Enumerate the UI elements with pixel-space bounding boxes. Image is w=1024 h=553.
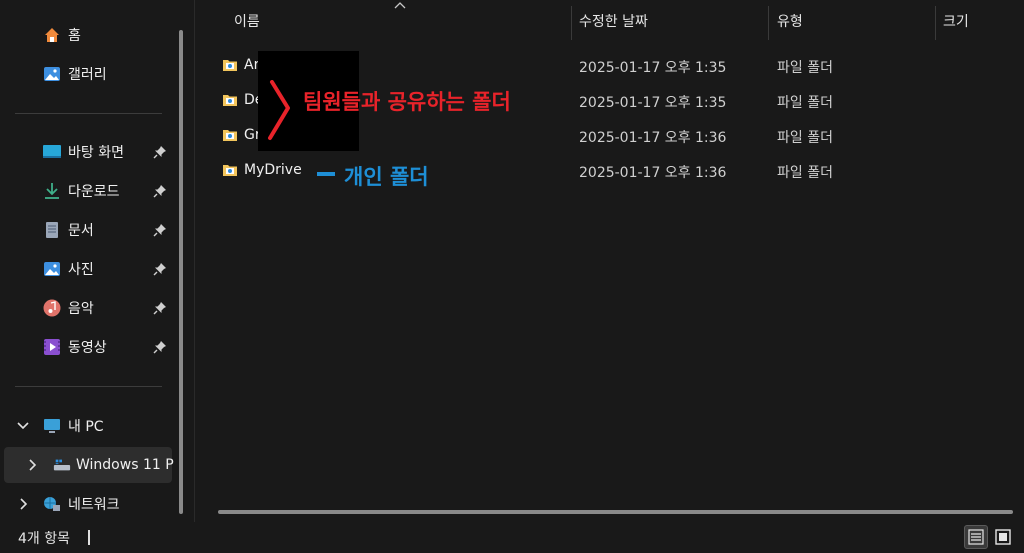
music-icon [43, 299, 61, 317]
horizontal-scrollbar[interactable] [218, 510, 1013, 514]
home-icon [43, 26, 61, 44]
file-row[interactable]: MyDrive 2025-01-17 오후 1:36 파일 폴더 [220, 153, 1020, 188]
column-separator[interactable] [935, 6, 936, 40]
red-bracket-annotation [268, 80, 290, 140]
navigation-pane: 홈 갤러리 바탕 화면 다운로드 문서 사진 음악 동영상 내 PC Windo… [0, 0, 194, 522]
chevron-right-icon[interactable] [25, 458, 39, 472]
file-date: 2025-01-17 오후 1:36 [579, 165, 727, 181]
pin-icon[interactable] [153, 145, 167, 159]
sidebar-scrollbar[interactable] [179, 30, 183, 514]
sidebar-item-label: 갤러리 [68, 67, 107, 83]
column-header-size[interactable]: 크기 [943, 0, 969, 41]
folder-icon [223, 95, 237, 106]
sidebar-item-music[interactable]: 음악 [0, 290, 172, 326]
file-type: 파일 폴더 [777, 130, 833, 146]
status-separator [88, 530, 90, 545]
file-date: 2025-01-17 오후 1:35 [579, 95, 727, 111]
status-bar: 4개 항목 [0, 522, 1024, 553]
column-header-name[interactable]: 이름 [234, 0, 260, 41]
sidebar-item-documents[interactable]: 문서 [0, 212, 172, 248]
sidebar-item-this-pc[interactable]: 내 PC [0, 408, 172, 444]
sidebar-item-label: 다운로드 [68, 184, 120, 200]
blue-dash-annotation [317, 172, 335, 176]
personal-folder-annotation: 개인 폴더 [344, 165, 429, 189]
pin-icon[interactable] [153, 184, 167, 198]
file-type: 파일 폴더 [777, 60, 833, 76]
sidebar-item-label: 내 PC [68, 419, 104, 435]
tiles-view-icon [995, 529, 1011, 545]
chevron-right-icon[interactable] [16, 497, 30, 511]
sidebar-item-label: 문서 [68, 223, 94, 239]
sidebar-item-videos[interactable]: 동영상 [0, 329, 172, 365]
pictures-icon [43, 260, 61, 278]
pane-divider[interactable] [194, 0, 195, 522]
sidebar-item-label: 홈 [68, 28, 81, 44]
pin-icon[interactable] [153, 262, 167, 276]
sidebar-item-gallery[interactable]: 갤러리 [0, 56, 172, 92]
file-date: 2025-01-17 오후 1:36 [579, 130, 727, 146]
video-icon [43, 338, 61, 356]
sidebar-item-label: Windows 11 P [76, 457, 174, 473]
sidebar-item-downloads[interactable]: 다운로드 [0, 173, 172, 209]
pin-icon[interactable] [153, 301, 167, 315]
file-type: 파일 폴더 [777, 165, 833, 181]
sidebar-item-label: 사진 [68, 262, 94, 278]
file-name: MyDrive [244, 162, 302, 178]
sidebar-item-desktop[interactable]: 바탕 화면 [0, 134, 172, 170]
column-separator[interactable] [768, 6, 769, 40]
sidebar-item-network[interactable]: 네트워크 [0, 486, 172, 522]
file-date: 2025-01-17 오후 1:35 [579, 60, 727, 76]
sidebar-item-label: 동영상 [68, 340, 107, 356]
shared-folder-annotation: 팀원들과 공유하는 폴더 [303, 90, 511, 114]
sidebar-item-windows-drive[interactable]: Windows 11 P [4, 447, 174, 483]
sidebar-item-label: 음악 [68, 301, 94, 317]
folder-icon [223, 60, 237, 71]
sidebar-item-label: 바탕 화면 [68, 145, 124, 161]
pin-icon[interactable] [153, 340, 167, 354]
file-type: 파일 폴더 [777, 95, 833, 111]
gallery-icon [43, 65, 61, 83]
download-icon [43, 182, 61, 200]
details-view-icon [968, 529, 984, 545]
sidebar-item-home[interactable]: 홈 [0, 17, 172, 53]
divider [15, 113, 162, 114]
sort-ascending-icon [394, 2, 406, 9]
desktop-icon [43, 143, 61, 161]
column-header-date[interactable]: 수정한 날짜 [579, 0, 648, 41]
column-header-type[interactable]: 유형 [777, 0, 803, 41]
item-count: 4개 항목 [18, 531, 70, 547]
network-icon [43, 495, 61, 513]
details-view-button[interactable] [964, 525, 988, 549]
column-separator[interactable] [571, 6, 572, 40]
folder-icon [223, 165, 237, 176]
chevron-down-icon[interactable] [16, 419, 30, 433]
pin-icon[interactable] [153, 223, 167, 237]
tiles-view-button[interactable] [991, 525, 1015, 549]
document-icon [43, 221, 61, 239]
folder-icon [223, 130, 237, 141]
drive-icon [53, 456, 71, 474]
divider [15, 386, 162, 387]
sidebar-item-pictures[interactable]: 사진 [0, 251, 172, 287]
computer-icon [43, 417, 61, 435]
sidebar-item-label: 네트워크 [68, 497, 120, 513]
